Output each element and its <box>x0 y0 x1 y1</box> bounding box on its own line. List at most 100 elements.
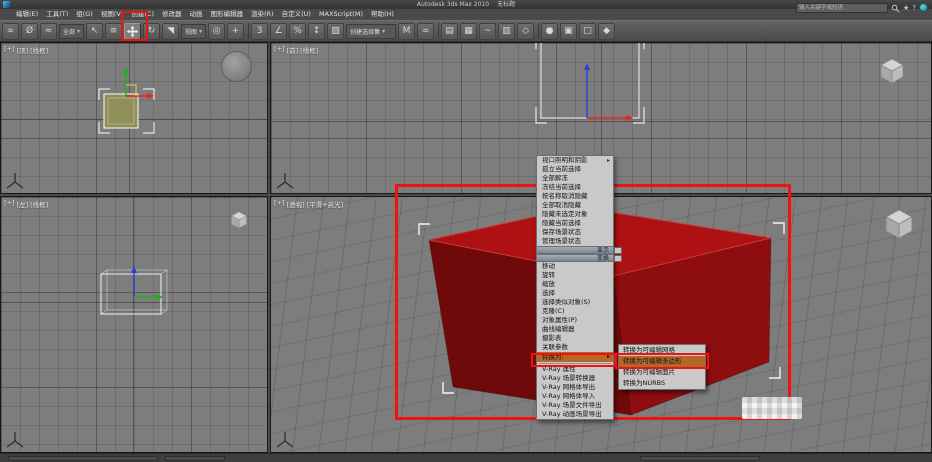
schematic-view-icon[interactable]: ◇ <box>517 23 534 40</box>
curve-editor-icon[interactable]: ~ <box>479 23 496 40</box>
menubar-item[interactable]: 修改器 <box>158 9 186 20</box>
dope-sheet-icon[interactable]: ▥ <box>498 23 515 40</box>
unlink-selection-icon[interactable]: Ø <box>21 23 38 40</box>
align-icon[interactable]: = <box>417 23 434 40</box>
context-menu-item[interactable]: 孤立当前选择 <box>537 165 613 174</box>
context-menu-item[interactable]: 保存场景状态 <box>537 228 613 237</box>
named-selection-dropdown[interactable]: 创建选择集▾ <box>346 24 396 39</box>
box-object-left-view[interactable] <box>91 257 181 327</box>
use-pivot-center-icon[interactable]: ◎ <box>208 23 225 40</box>
box-object-front-view[interactable] <box>531 42 651 131</box>
select-and-link-icon[interactable]: ∞ <box>2 23 19 40</box>
select-and-scale-icon[interactable]: ◥ <box>162 23 179 40</box>
viewport-top[interactable]: [+] [顶] [线框] <box>0 42 268 194</box>
context-menu-item[interactable]: 对象属性(P) <box>537 316 613 325</box>
context-menu-item[interactable]: 摄影表 <box>537 334 613 343</box>
selection-filter-dropdown[interactable]: 全部▾ <box>59 24 84 39</box>
edit-named-selection-icon[interactable]: ▧ <box>327 23 344 40</box>
context-menu-item[interactable]: 视口照明和阴影 ▸ <box>537 156 613 165</box>
viewport-name-label[interactable]: [左] <box>17 199 29 209</box>
bind-to-space-warp-icon[interactable]: ≈ <box>40 23 57 40</box>
percent-snap-icon[interactable]: % <box>289 23 306 40</box>
select-and-manipulate-icon[interactable]: + <box>227 23 244 40</box>
navigation-disc-icon[interactable] <box>221 51 252 82</box>
menubar-item[interactable]: 渲染(R) <box>247 9 278 20</box>
context-menu-item[interactable]: 选择 <box>537 289 613 298</box>
graphite-tools-icon[interactable]: ▦ <box>460 23 477 40</box>
select-object-icon[interactable]: ↖ <box>86 23 103 40</box>
reference-coordinate-dropdown[interactable]: 视图▾ <box>181 24 206 39</box>
menubar-item[interactable]: 图形编辑器 <box>207 9 248 20</box>
render-setup-icon[interactable]: ▣ <box>560 23 577 40</box>
favorites-star-icon[interactable]: ★ <box>903 3 909 13</box>
rendered-frame-window-icon[interactable]: □ <box>579 23 596 40</box>
viewport-menu-plus[interactable]: [+] <box>274 45 285 55</box>
help-icon[interactable]: ? <box>912 3 916 13</box>
quad-pin-icon[interactable] <box>614 247 622 254</box>
context-menu-item[interactable]: V-Ray 场景转换器 <box>537 374 613 383</box>
select-and-rotate-icon[interactable]: ↻ <box>143 23 160 40</box>
spinner-snap-icon[interactable]: ↕ <box>308 23 325 40</box>
context-menu-item[interactable]: 隐藏当前选择 <box>537 219 613 228</box>
viewport-shading-label[interactable]: [线框] <box>300 45 318 55</box>
viewport-shading-label[interactable]: [平滑+高光] <box>307 199 344 209</box>
context-menu-item[interactable]: 旋转 <box>537 271 613 280</box>
viewport-menu-plus[interactable]: [+] <box>274 199 285 209</box>
select-by-name-icon[interactable]: ≡ <box>105 23 122 40</box>
viewcube-icon[interactable] <box>227 209 251 231</box>
submenu-item-nurbs[interactable]: 转换为NURBS <box>619 378 705 389</box>
context-menu-item[interactable]: V-Ray 动画场景导出 <box>537 410 613 419</box>
viewport-left[interactable]: [+] [左] [线框] <box>0 196 268 453</box>
viewport-menu-plus[interactable]: [+] <box>4 45 15 55</box>
menubar-item[interactable]: 工具(T) <box>42 9 72 20</box>
context-menu-item[interactable]: 管理场景状态 <box>537 237 613 246</box>
context-menu-item[interactable]: 克隆(C) <box>537 307 613 316</box>
context-menu-item[interactable]: 移动 <box>537 262 613 271</box>
menubar-item[interactable]: 编辑(E) <box>12 9 42 20</box>
viewport-menu-plus[interactable]: [+] <box>4 199 15 209</box>
menubar-item[interactable]: 创建(C) <box>127 9 158 20</box>
viewport-shading-label[interactable]: [线框] <box>30 45 48 55</box>
context-menu-item[interactable]: 全部取消隐藏 <box>537 201 613 210</box>
context-menu-item[interactable]: 隐藏未选定对象 <box>537 210 613 219</box>
search-icon[interactable] <box>891 0 900 17</box>
select-and-move-icon[interactable] <box>124 23 141 40</box>
context-menu-item[interactable]: V-Ray 属性 <box>537 365 613 374</box>
box-object-top-view[interactable] <box>96 61 166 138</box>
snap-toggle-icon[interactable]: 3 <box>251 23 268 40</box>
viewcube-icon[interactable] <box>879 205 919 243</box>
material-editor-icon[interactable]: ● <box>541 23 558 40</box>
context-menu-item[interactable]: 缩放 <box>537 280 613 289</box>
context-menu-item[interactable]: 关联参数 <box>537 343 613 352</box>
context-menu-item[interactable]: V-Ray 网格体导出 <box>537 383 613 392</box>
submenu-item-editable-poly[interactable]: 转换为可编辑多边形 <box>619 356 705 367</box>
context-menu-item-convert-to[interactable]: 转换为: ▸ <box>537 352 613 362</box>
context-menu-item[interactable]: 按名称取消隐藏 <box>537 192 613 201</box>
context-menu-item[interactable]: V-Ray 网格体导入 <box>537 392 613 401</box>
menubar-item[interactable]: 帮助(H) <box>367 9 398 20</box>
viewport-name-label[interactable]: [透视] <box>287 199 305 209</box>
quad-header-display[interactable]: 显示 <box>537 246 613 254</box>
viewport-shading-label[interactable]: [线框] <box>30 199 48 209</box>
communication-center-icon[interactable] <box>919 3 928 12</box>
transform-gizmo[interactable] <box>584 63 633 121</box>
context-menu-item[interactable]: V-Ray 场景文件导出 <box>537 401 613 410</box>
angle-snap-icon[interactable]: ∠ <box>270 23 287 40</box>
context-menu-item[interactable]: 曲线编辑器 <box>537 325 613 334</box>
viewcube-icon[interactable] <box>875 55 909 87</box>
quad-pin-icon[interactable] <box>614 255 622 262</box>
context-menu-item[interactable]: 选择类似对象(S) <box>537 298 613 307</box>
context-menu-item[interactable]: 冻结当前选择 <box>537 183 613 192</box>
mirror-icon[interactable]: M <box>398 23 415 40</box>
submenu-item-editable-mesh[interactable]: 转换为可编辑网格 <box>619 345 705 356</box>
menubar-item[interactable]: 动画 <box>186 9 207 20</box>
viewport-name-label[interactable]: [前] <box>287 45 299 55</box>
submenu-item-editable-patch[interactable]: 转换为可编辑面片 <box>619 367 705 378</box>
context-menu-item[interactable]: 全部解冻 <box>537 174 613 183</box>
viewport-name-label[interactable]: [顶] <box>17 45 29 55</box>
layer-manager-icon[interactable]: ▤ <box>441 23 458 40</box>
quad-header-transform[interactable]: 变换 <box>537 254 613 262</box>
menubar-item[interactable]: 自定义(U) <box>278 9 315 20</box>
menubar-item[interactable]: 组(G) <box>72 9 97 20</box>
quick-render-icon[interactable]: ◆ <box>598 23 615 40</box>
